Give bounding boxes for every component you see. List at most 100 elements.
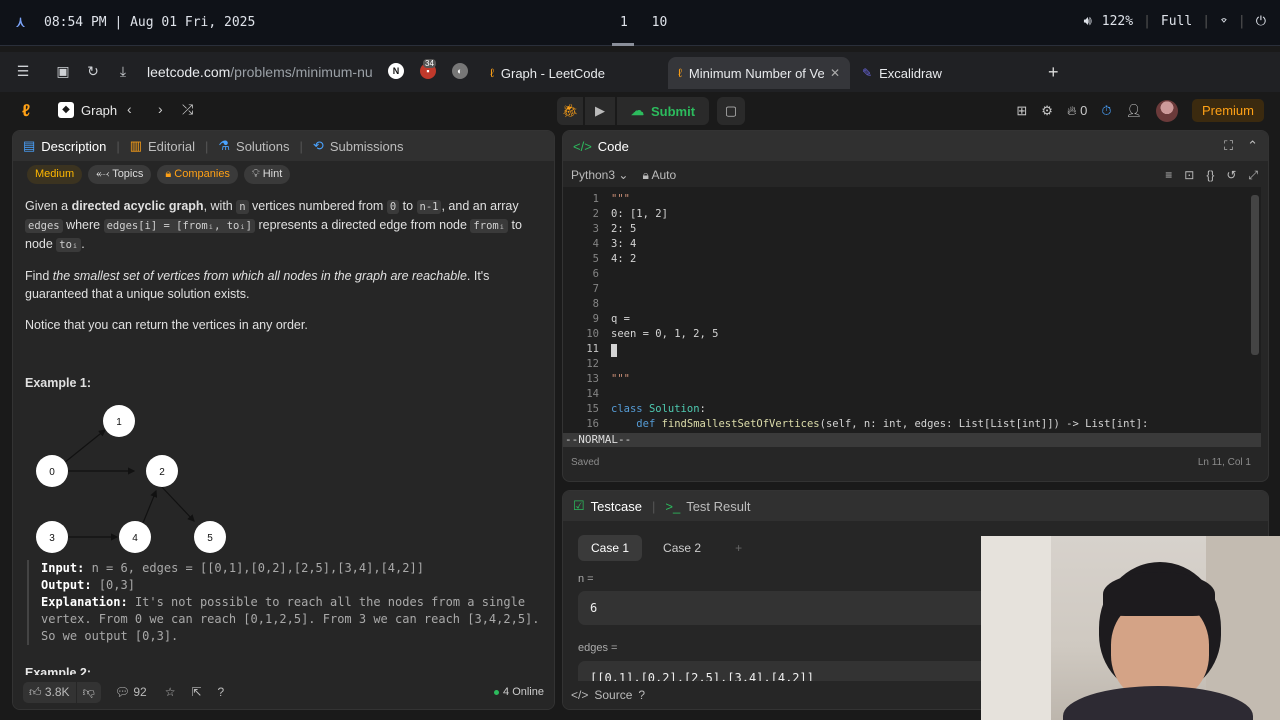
workspace-indicator[interactable]: 1 10 [620,15,667,30]
tab-description[interactable]: ▤ Description [13,138,116,154]
premium-button[interactable]: Premium [1191,99,1264,122]
favorite-star-icon[interactable]: ☆ [165,685,176,699]
comment-count: 92 [133,685,147,699]
code-line: seen = 0, 1, 2, 5 [611,328,719,340]
collapse-icon[interactable]: ⌃ [1247,138,1258,154]
reset-icon[interactable]: ↺ [1226,168,1236,183]
os-logo-icon: ⋏ [16,13,26,31]
debug-icon[interactable]: 🐞︎ [557,97,583,125]
tab-editorial[interactable]: ▥ Editorial [120,138,205,154]
online-count: 4 Online [494,686,544,698]
checkbox-icon: ☑ [573,498,585,513]
menu-icon[interactable]: ☰ [14,63,32,80]
tab-minimum-number-of-vertices[interactable]: ℓ Minimum Number of Ver ✕ [668,57,850,89]
graph-node-label: 4 [132,533,138,544]
line-number: 10 [586,328,599,340]
help-icon[interactable]: ? [218,685,225,699]
tab-test-result[interactable]: >_ Test Result [655,499,760,514]
editor-scrollbar[interactable] [1251,195,1259,355]
notes-icon[interactable]: ▢ [717,97,746,125]
language-select[interactable]: Python3 ⌄ [571,168,628,182]
line-number: 6 [592,268,599,280]
flask-icon: ⚗ [218,138,231,153]
avatar[interactable] [1155,99,1178,122]
tag-label: Hint [262,168,283,180]
problem-description: Given a directed acyclic graph, with n v… [25,197,535,405]
add-friend-icon[interactable]: 👤︎ [1125,103,1142,119]
sidebar-toggle-icon[interactable]: ▣ [54,63,72,80]
tab-graph-leetcode[interactable]: ℓ Graph - LeetCode [480,57,660,89]
url-path: /problems/minimum-nu [230,64,372,80]
tab-solutions[interactable]: ⚗ Solutions [208,138,299,154]
volume-icon[interactable]: 🔊︎ [1084,14,1092,29]
submit-button[interactable]: ☁ Submit [617,97,710,125]
hint-tag[interactable]: 💡︎ Hint [243,165,291,184]
bookmark-icon[interactable]: ⊡ [1184,168,1194,183]
layout-icon[interactable]: ⊞ [1016,103,1027,119]
leetcode-logo-icon[interactable]: ℓ [22,101,30,121]
timer-icon[interactable]: ⏱ [1101,103,1111,119]
help-icon[interactable]: ? [638,688,645,702]
edges-label: edges = [578,642,618,654]
tab-label: Description [41,138,107,154]
companies-tag[interactable]: 🔒︎ Companies [157,165,238,184]
lock-icon: 🔒︎ [165,168,175,180]
webcam-background-door [981,536,1051,720]
power-icon[interactable]: ⏻ [1256,14,1266,29]
case-2-tab[interactable]: Case 2 [650,535,714,561]
streak-counter[interactable]: 🔥︎ 0 [1067,103,1087,119]
new-tab-icon[interactable]: + [1048,62,1059,83]
settings-gear-icon[interactable]: ⚙ [1041,103,1053,119]
graph-node-label: 1 [116,417,122,428]
next-problem-icon[interactable]: › [158,101,163,117]
problem-list-button[interactable]: ◆ Graph [58,102,117,118]
format-icon[interactable]: ≡ [1165,168,1172,183]
comments-button[interactable]: 💬︎ 92 [115,685,147,699]
output-value: [0,3] [98,578,135,592]
input-label: Input: [41,561,85,575]
auto-mode[interactable]: 🔒︎ Auto [642,168,676,183]
description-footer: 👍︎ 3.8K 👎︎ 💬︎ 92 ☆ ⇱ ? 4 Online [13,675,554,709]
code-title: Code [597,138,629,154]
maximize-icon[interactable]: ⛶ [1224,138,1233,154]
extension-badge: 34 [423,59,436,68]
download-icon[interactable]: ⤓ [114,63,132,80]
description-panel: ▤ Description | ▥ Editorial | ⚗ Solutions |… [12,130,555,710]
tab-label: Minimum Number of Ver [688,65,824,81]
fullscreen-icon[interactable]: ⤢ [1248,168,1258,183]
run-button[interactable]: ▶ [585,97,615,125]
tag-icon: ⬷ [96,168,113,180]
list-icon: ◆ [58,102,74,118]
notion-extension-icon[interactable]: N [388,63,404,79]
case-1-tab[interactable]: Case 1 [578,535,643,561]
code-line: q = [611,313,630,325]
braces-icon[interactable]: {} [1206,168,1214,183]
line-number: 11 [586,343,599,355]
edge-4-2 [142,489,158,524]
line-number: 3 [592,223,599,235]
tab-excalidraw[interactable]: ✎ Excalidraw [852,57,1032,89]
address-bar[interactable]: leetcode.com/problems/minimum-nu [147,64,372,80]
dislike-button[interactable]: 👎︎ [76,681,101,703]
graph-node-label: 2 [159,467,165,478]
code-line: """ [611,373,630,385]
add-case-icon[interactable]: + [722,535,755,561]
tab-testcase[interactable]: ☑ Testcase [563,498,652,514]
source-button[interactable]: Source [594,688,632,702]
dark-reader-extension-icon[interactable]: ◐ [452,63,468,79]
prev-problem-icon[interactable]: ‹ [127,101,132,117]
shuffle-icon[interactable]: ⤮ [182,101,193,118]
code-line: 4: 2 [611,253,637,265]
reload-icon[interactable]: ↻ [84,63,102,80]
tab-label: Graph - LeetCode [500,65,605,81]
webcam-person-fringe [1103,572,1215,616]
topics-tag[interactable]: ⬷ Topics [88,165,152,184]
share-icon[interactable]: ⇱ [191,685,201,699]
close-tab-icon[interactable]: ✕ [830,66,840,80]
text-cursor [611,344,617,357]
like-button[interactable]: 👍︎ 3.8K [23,681,76,703]
example-1-heading: Example 1: [25,376,92,390]
wifi-icon[interactable]: ⌔ [1220,14,1228,29]
tab-submissions[interactable]: ⟲ Submissions [303,138,414,154]
code-editor[interactable]: 1 """ 2 0: [1, 2] 3 2: 5 4 3: 4 5 4: 2 6 7 8 9 q = 10 se… [563,187,1261,433]
